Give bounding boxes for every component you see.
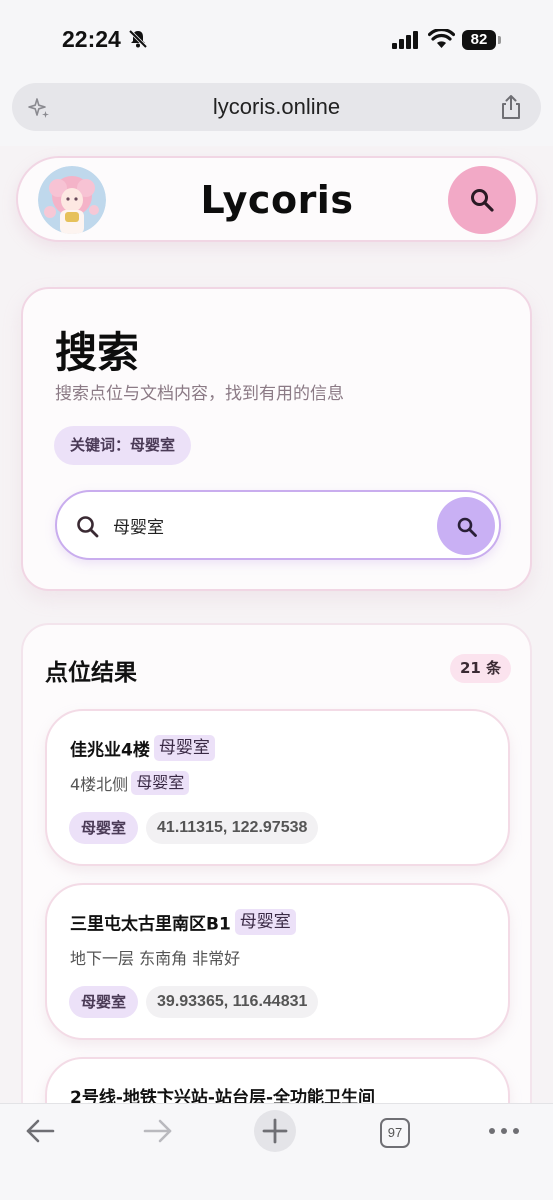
category-tag[interactable]: 母婴室 xyxy=(69,986,139,1018)
result-title-row: 佳兆业4楼 母婴室 xyxy=(70,735,215,763)
coordinates: 39.93365, 116.44831 xyxy=(146,986,319,1018)
more-icon[interactable] xyxy=(488,1126,520,1136)
search-icon xyxy=(471,189,494,212)
battery-indicator: 82 xyxy=(462,30,496,50)
search-icon xyxy=(77,516,99,538)
signal-icon xyxy=(392,31,418,49)
result-desc: 4楼北侧 xyxy=(70,775,129,794)
results-count-badge: 21 条 xyxy=(450,654,512,683)
share-icon[interactable] xyxy=(499,94,523,120)
search-icon xyxy=(457,517,477,537)
status-time: 22:24 xyxy=(62,26,121,52)
bell-slash-icon xyxy=(128,29,148,49)
wifi-icon xyxy=(428,29,455,48)
forward-arrow-icon[interactable] xyxy=(142,1116,174,1146)
plus-icon xyxy=(262,1118,288,1144)
browser-toolbar: 97 xyxy=(0,1103,553,1200)
result-desc-row: 地下一层 东南角 非常好 xyxy=(70,945,240,971)
browser-url-area: lycoris.online xyxy=(0,80,553,146)
result-item[interactable]: 佳兆业4楼 母婴室 4楼北侧 母婴室 母婴室 41.11315, 122.97538 xyxy=(45,709,510,866)
search-submit-button[interactable] xyxy=(437,497,495,555)
highlight-chip: 母婴室 xyxy=(234,909,296,935)
status-bar: 22:24 82 xyxy=(0,0,553,80)
search-box[interactable] xyxy=(55,490,501,560)
page-subtitle: 搜索点位与文档内容，找到有用的信息 xyxy=(55,384,344,404)
keyword-chip: 关键词：母婴室 xyxy=(54,426,192,465)
category-tag[interactable]: 母婴室 xyxy=(69,812,139,844)
coordinates: 41.11315, 122.97538 xyxy=(146,812,319,844)
highlight-chip: 母婴室 xyxy=(153,735,215,761)
result-desc: 地下一层 东南角 非常好 xyxy=(70,949,241,968)
page-title: 搜索 xyxy=(55,328,140,377)
result-tags: 母婴室 41.11315, 122.97538 xyxy=(69,812,319,844)
back-arrow-icon[interactable] xyxy=(24,1116,56,1146)
search-input[interactable] xyxy=(113,510,413,540)
result-tags: 母婴室 39.93365, 116.44831 xyxy=(69,986,319,1018)
url-text[interactable]: lycoris.online xyxy=(0,94,553,120)
highlight-chip: 母婴室 xyxy=(131,771,190,795)
result-desc-row: 4楼北侧 母婴室 xyxy=(70,771,190,797)
battery-nub xyxy=(498,36,501,44)
new-tab-button[interactable] xyxy=(254,1110,296,1152)
results-title: 点位结果 xyxy=(45,660,137,686)
header-search-button[interactable] xyxy=(448,166,516,234)
result-title: 三里屯太古里南区B1 xyxy=(70,914,231,935)
result-title: 佳兆业4楼 xyxy=(70,740,150,761)
result-item[interactable]: 三里屯太古里南区B1 母婴室 地下一层 东南角 非常好 母婴室 39.93365, … xyxy=(45,883,510,1040)
result-title-row: 三里屯太古里南区B1 母婴室 xyxy=(70,909,296,937)
tabs-icon[interactable]: 97 xyxy=(380,1118,410,1148)
search-panel: 搜索 搜索点位与文档内容，找到有用的信息 关键词：母婴室 xyxy=(21,287,532,591)
site-header: Lycoris xyxy=(16,156,538,242)
